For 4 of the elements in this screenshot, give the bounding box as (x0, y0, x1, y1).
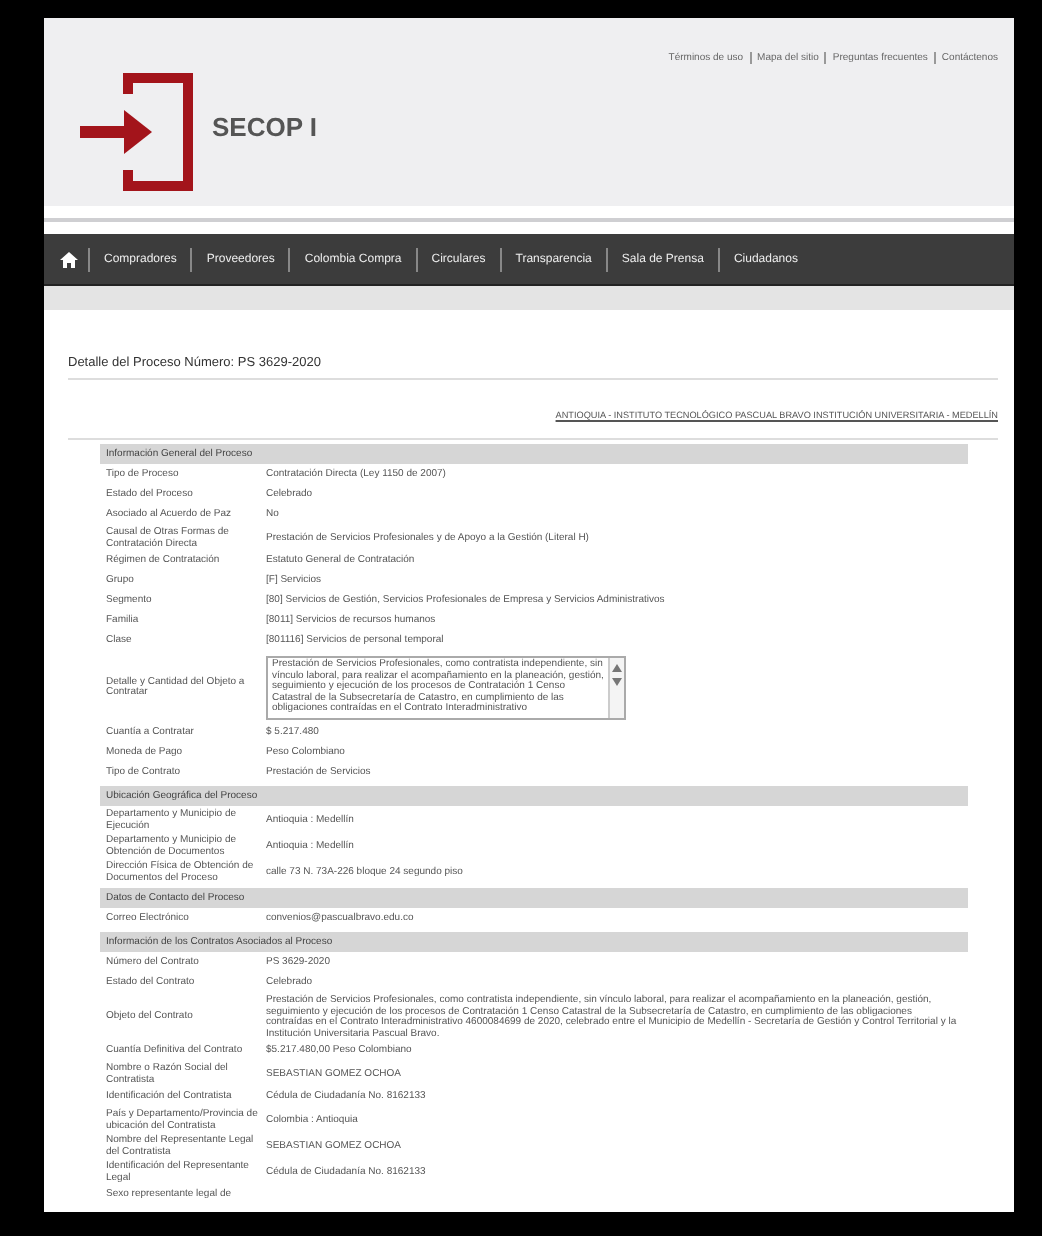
scroll-down-icon[interactable] (612, 678, 622, 686)
home-icon[interactable] (60, 251, 78, 267)
scroll-up-icon[interactable] (612, 664, 622, 672)
logo-text: SECOP I (212, 111, 318, 141)
